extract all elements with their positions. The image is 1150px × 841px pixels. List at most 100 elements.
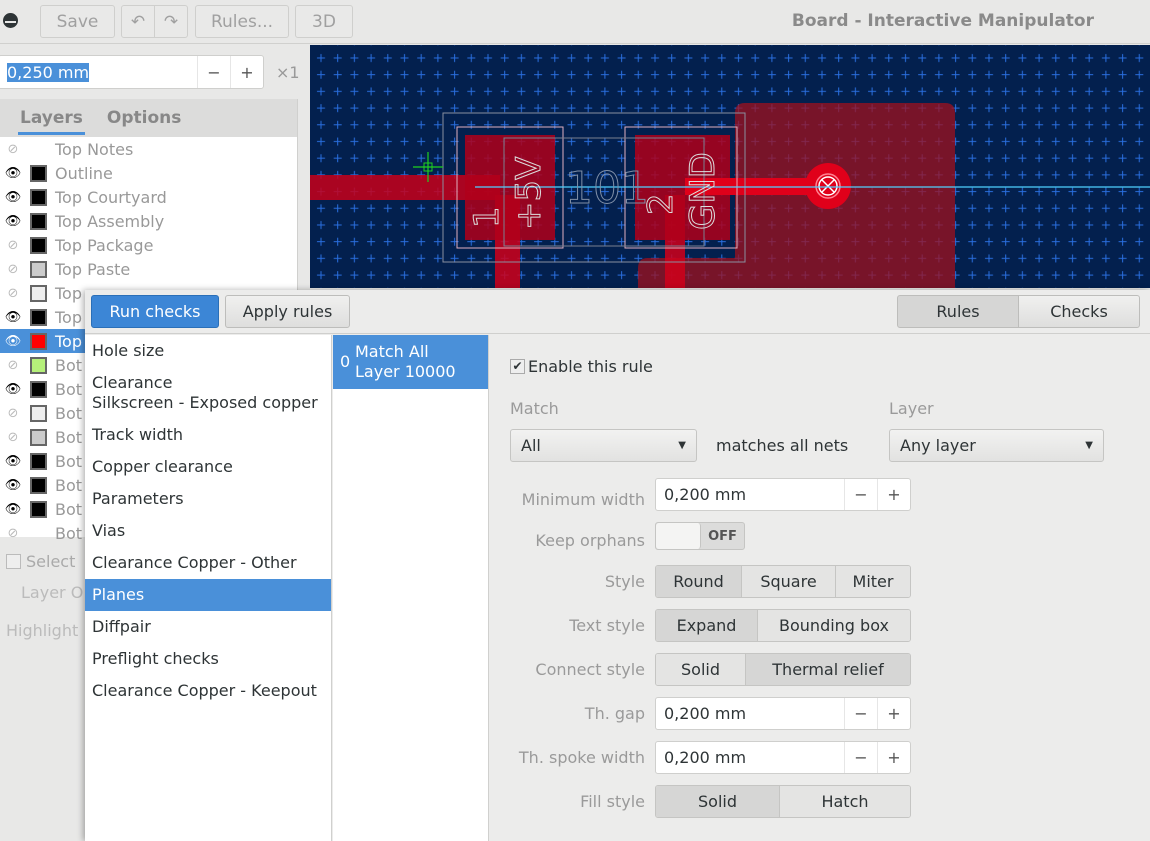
eye-icon[interactable]: 👁 — [2, 310, 24, 325]
eye-icon[interactable]: 👁 — [2, 214, 24, 229]
eye-icon[interactable]: 👁 — [2, 502, 24, 517]
layer-color-swatch[interactable] — [30, 356, 47, 374]
th-gap-input[interactable]: 0,200 mm − + — [655, 697, 911, 730]
menu-icon[interactable] — [3, 13, 18, 28]
rule-type-item[interactable]: Preflight checks — [85, 643, 331, 675]
apply-rules-button[interactable]: Apply rules — [225, 295, 350, 328]
rule-item[interactable]: 0 Match All Layer 10000 — [333, 335, 488, 389]
layer-row[interactable]: ⊘ Top Notes — [0, 137, 297, 161]
style-round[interactable]: Round — [656, 566, 742, 597]
board-view[interactable]: 1 +5V 101 2 GND — [310, 45, 1150, 288]
th-gap-value[interactable]: 0,200 mm — [656, 704, 844, 723]
layer-color-swatch[interactable] — [30, 188, 47, 206]
eye-hidden-icon[interactable]: ⊘ — [2, 358, 24, 373]
grid-value[interactable]: 0,250 mm — [0, 62, 197, 82]
tab-rules[interactable]: Rules — [897, 295, 1019, 328]
board-canvas[interactable]: 1 +5V 101 2 GND — [310, 45, 1150, 288]
text-style-expand[interactable]: Expand — [656, 610, 758, 641]
rule-type-item[interactable]: Parameters — [85, 483, 331, 515]
match-dropdown[interactable]: All ▼ — [510, 429, 697, 462]
eye-icon[interactable]: 👁 — [2, 454, 24, 469]
fill-style-hatch[interactable]: Hatch — [780, 786, 910, 817]
rule-type-item[interactable]: Clearance Copper - Other — [85, 547, 331, 579]
enable-rule-checkbox[interactable]: ✔ Enable this rule — [510, 357, 653, 376]
min-width-value[interactable]: 0,200 mm — [656, 485, 844, 504]
text-style-bounding-box[interactable]: Bounding box — [758, 610, 910, 641]
connect-style-thermal[interactable]: Thermal relief — [746, 654, 910, 685]
fill-style-solid[interactable]: Solid — [656, 786, 780, 817]
layer-color-swatch[interactable] — [30, 500, 47, 518]
layer-color-swatch[interactable] — [30, 212, 47, 230]
chevron-down-icon: ▼ — [1085, 440, 1093, 451]
layer-row[interactable]: 👁 Outline — [0, 161, 297, 185]
eye-icon[interactable]: 👁 — [2, 166, 24, 181]
th-spoke-minus[interactable]: − — [844, 742, 877, 773]
min-width-minus[interactable]: − — [844, 479, 877, 510]
th-spoke-value[interactable]: 0,200 mm — [656, 748, 844, 767]
layer-color-swatch[interactable] — [30, 380, 47, 398]
layer-color-swatch[interactable] — [30, 525, 47, 542]
th-gap-minus[interactable]: − — [844, 698, 877, 729]
eye-hidden-icon[interactable]: ⊘ — [2, 142, 24, 157]
rule-type-item[interactable]: Copper clearance — [85, 451, 331, 483]
select-checkbox[interactable]: Select — [6, 552, 75, 571]
save-button[interactable]: Save — [40, 5, 115, 38]
3d-button[interactable]: 3D — [295, 5, 353, 38]
eye-hidden-icon[interactable]: ⊘ — [2, 406, 24, 421]
tab-layers[interactable]: Layers — [18, 108, 85, 135]
eye-hidden-icon[interactable]: ⊘ — [2, 526, 24, 541]
layer-color-swatch[interactable] — [30, 332, 47, 350]
eye-hidden-icon[interactable]: ⊘ — [2, 430, 24, 445]
grid-plus-button[interactable]: + — [230, 56, 263, 88]
run-checks-button[interactable]: Run checks — [91, 295, 219, 328]
eye-hidden-icon[interactable]: ⊘ — [2, 286, 24, 301]
th-spoke-input[interactable]: 0,200 mm − + — [655, 741, 911, 774]
layer-opacity-label: Layer O — [21, 583, 84, 602]
style-miter[interactable]: Miter — [836, 566, 910, 597]
layer-name: Bot — [55, 523, 83, 543]
rule-type-item[interactable]: Vias — [85, 515, 331, 547]
redo-button[interactable]: ↷ — [154, 5, 188, 38]
layer-row[interactable]: 👁 Top Courtyard — [0, 185, 297, 209]
undo-button[interactable]: ↶ — [121, 5, 155, 38]
eye-icon[interactable]: 👁 — [2, 334, 24, 349]
th-spoke-plus[interactable]: + — [877, 742, 910, 773]
layer-row[interactable]: ⊘ Top Package — [0, 233, 297, 257]
layer-color-swatch[interactable] — [30, 452, 47, 470]
layer-color-swatch[interactable] — [30, 284, 47, 302]
eye-icon[interactable]: 👁 — [2, 190, 24, 205]
layer-name: Bot — [55, 475, 83, 495]
rule-type-item[interactable]: Clearance Silkscreen - Exposed copper — [85, 367, 325, 419]
layer-row[interactable]: 👁 Top Assembly — [0, 209, 297, 233]
th-gap-plus[interactable]: + — [877, 698, 910, 729]
layer-color-swatch[interactable] — [30, 141, 47, 158]
layer-color-swatch[interactable] — [30, 404, 47, 422]
rule-type-item[interactable]: Diffpair — [85, 611, 331, 643]
eye-hidden-icon[interactable]: ⊘ — [2, 262, 24, 277]
eye-icon[interactable]: 👁 — [2, 478, 24, 493]
layer-color-swatch[interactable] — [30, 476, 47, 494]
tab-options[interactable]: Options — [105, 108, 183, 128]
rule-type-item[interactable]: Hole size — [85, 335, 331, 367]
connect-style-solid[interactable]: Solid — [656, 654, 746, 685]
layer-color-swatch[interactable] — [30, 164, 47, 182]
min-width-input[interactable]: 0,200 mm − + — [655, 478, 911, 511]
layer-color-swatch[interactable] — [30, 260, 47, 278]
layer-dropdown[interactable]: Any layer ▼ — [889, 429, 1104, 462]
tab-checks[interactable]: Checks — [1018, 295, 1140, 328]
eye-hidden-icon[interactable]: ⊘ — [2, 238, 24, 253]
rule-type-item[interactable]: Planes — [85, 579, 331, 611]
layer-color-swatch[interactable] — [30, 236, 47, 254]
keep-orphans-switch[interactable]: OFF — [655, 522, 745, 550]
layer-row[interactable]: ⊘ Top Paste — [0, 257, 297, 281]
grid-spacing-input[interactable]: 0,250 mm − + — [0, 55, 264, 89]
grid-minus-button[interactable]: − — [197, 56, 230, 88]
rule-type-item[interactable]: Track width — [85, 419, 331, 451]
layer-color-swatch[interactable] — [30, 428, 47, 446]
style-square[interactable]: Square — [742, 566, 836, 597]
eye-icon[interactable]: 👁 — [2, 382, 24, 397]
rules-button[interactable]: Rules... — [195, 5, 289, 38]
layer-color-swatch[interactable] — [30, 308, 47, 326]
min-width-plus[interactable]: + — [877, 479, 910, 510]
rule-type-item[interactable]: Clearance Copper - Keepout — [85, 675, 331, 707]
